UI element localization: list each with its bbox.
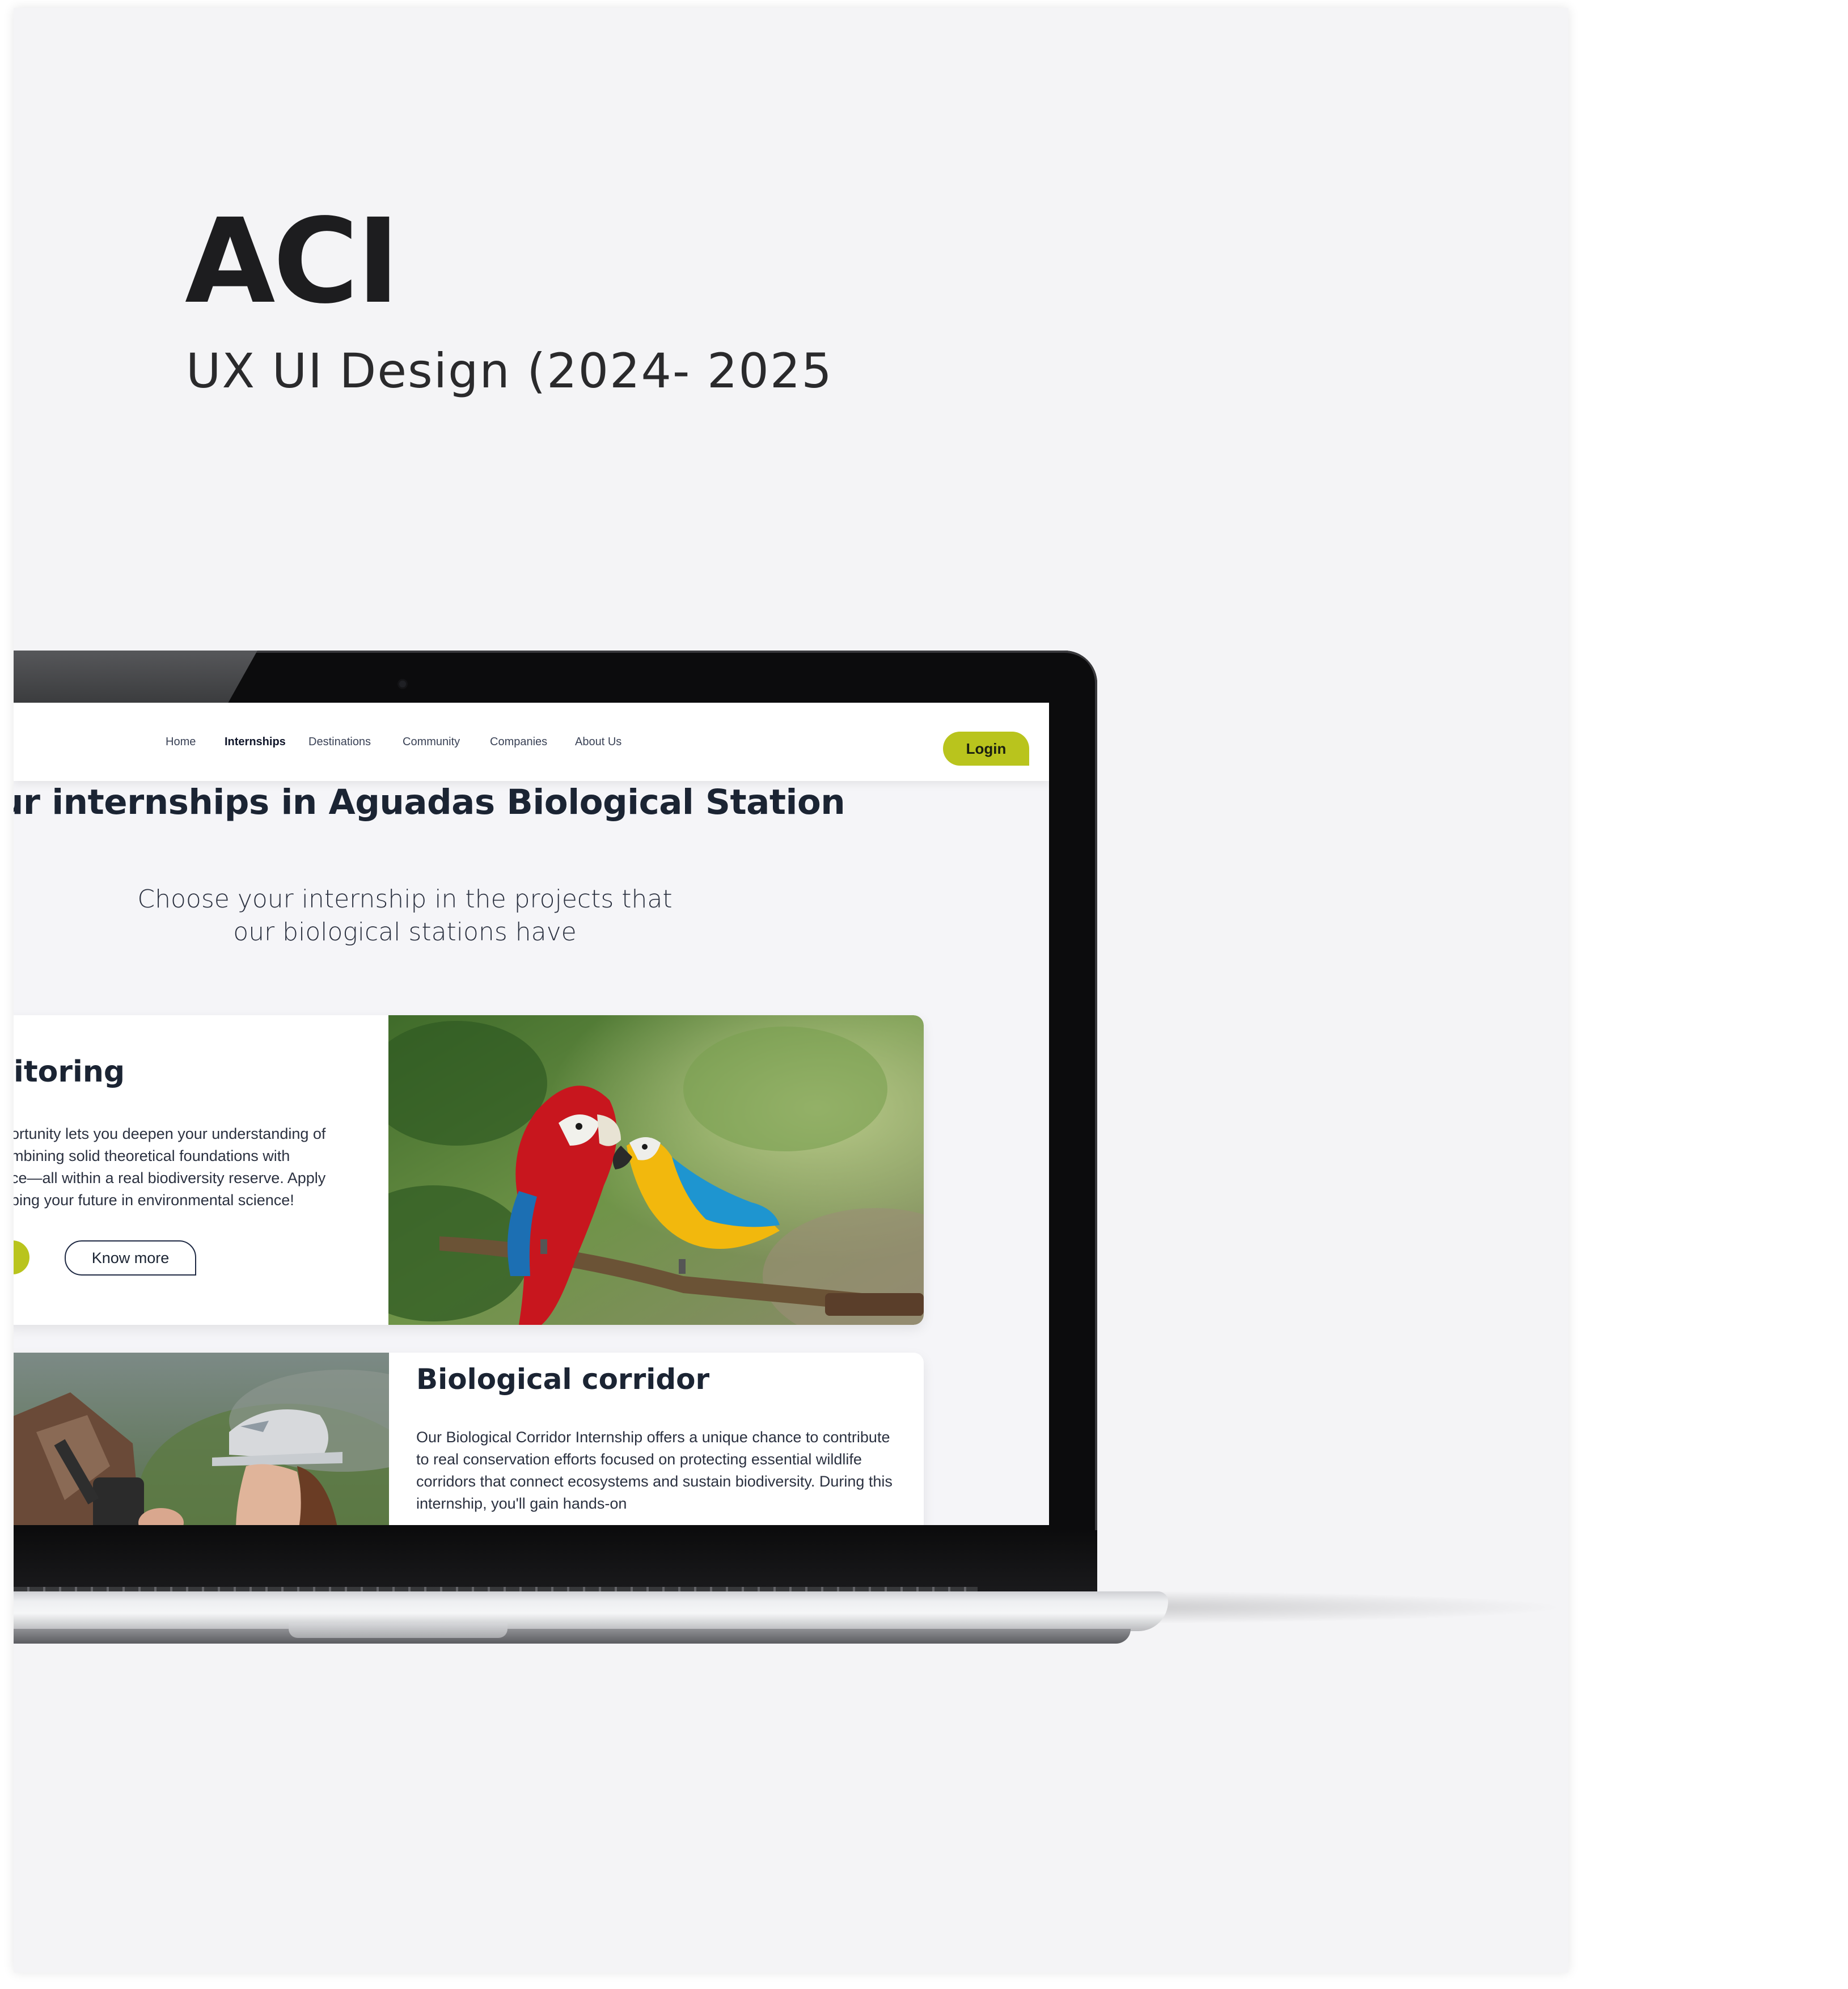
nav-home[interactable]: Home bbox=[166, 736, 196, 749]
macaw-parrots-photo bbox=[388, 1015, 924, 1325]
project-title: ACI bbox=[185, 193, 400, 330]
nav-companies[interactable]: Companies bbox=[490, 736, 547, 749]
lid-glare bbox=[14, 651, 257, 703]
card-description: portunity lets you deepen your understan… bbox=[14, 1125, 326, 1209]
trackpad-notch bbox=[289, 1623, 508, 1638]
nav-destinations[interactable]: Destinations bbox=[308, 736, 371, 749]
card-description: Our Biological Corridor Internship offer… bbox=[416, 1429, 893, 1512]
internship-card-monitoring: itoring portunity lets you deepen your u… bbox=[14, 1015, 924, 1325]
laptop-base-underside bbox=[14, 1629, 1131, 1644]
nav-internships[interactable]: Internships bbox=[225, 736, 286, 749]
presentation-sheet: ACI UX UI Design (2024- 2025 Home Intern… bbox=[14, 8, 1568, 1973]
hero-title: ur internships in Aguadas Biological Sta… bbox=[14, 782, 845, 822]
laptop-screen: Home Internships Destinations Community … bbox=[14, 703, 1049, 1525]
card-title: itoring bbox=[14, 1055, 125, 1089]
login-button[interactable]: Login bbox=[943, 732, 1029, 766]
hero-subtitle: Choose your internship in the projects t… bbox=[137, 885, 673, 947]
laptop-chin bbox=[14, 1530, 1097, 1592]
laptop-base bbox=[14, 1591, 1168, 1631]
nav-community[interactable]: Community bbox=[403, 736, 460, 749]
project-subtitle: UX UI Design (2024- 2025 bbox=[186, 343, 833, 399]
apply-button[interactable] bbox=[14, 1240, 29, 1274]
site-navbar: Home Internships Destinations Community … bbox=[14, 703, 1049, 781]
internship-card-biological-corridor: Biological corridor Our Biological Corri… bbox=[14, 1353, 924, 1525]
nav-about-us[interactable]: About Us bbox=[575, 736, 621, 749]
know-more-button[interactable]: Know more bbox=[65, 1240, 196, 1276]
field-researcher-photo bbox=[14, 1353, 389, 1525]
camera-icon bbox=[399, 681, 406, 687]
card-title: Biological corridor bbox=[416, 1363, 710, 1396]
